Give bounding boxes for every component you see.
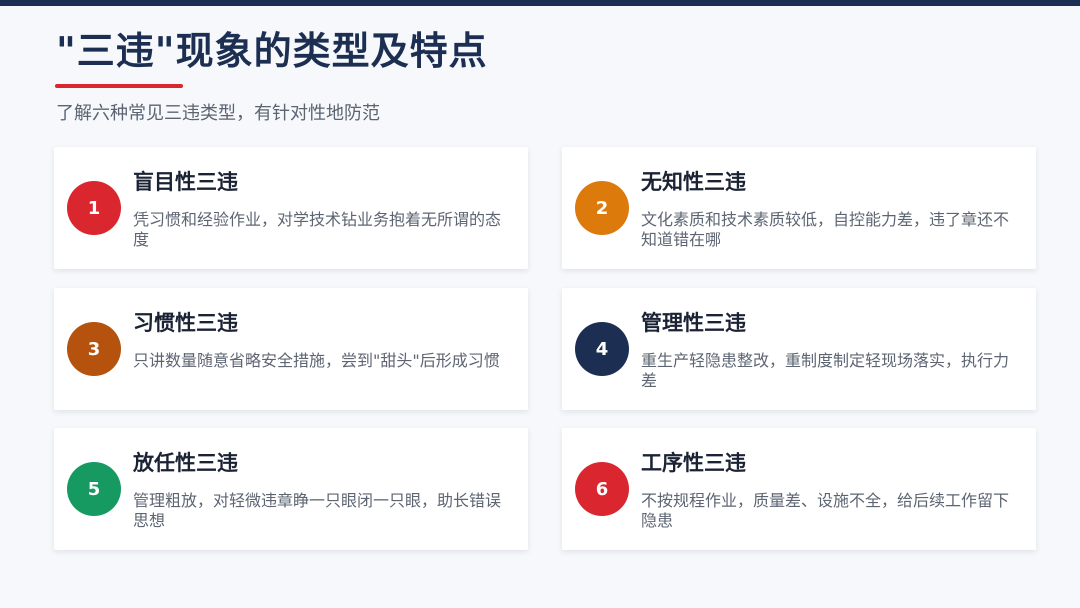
top-accent-bar	[0, 0, 1080, 6]
number-badge: 2	[575, 181, 629, 235]
card-description: 重生产轻隐患整改，重制度制定轻现场落实，执行力差	[641, 351, 1010, 390]
number-badge-label: 3	[87, 338, 101, 360]
number-badge: 4	[575, 322, 629, 376]
card-description: 只讲数量随意省略安全措施，尝到"甜头"后形成习惯	[133, 351, 500, 370]
card-title: 习惯性三违	[133, 311, 238, 335]
number-badge-label: 4	[595, 338, 609, 360]
card-title: 盲目性三违	[133, 170, 238, 194]
card-title: 工序性三违	[641, 451, 746, 475]
number-badge-label: 1	[87, 197, 101, 219]
card-title: 无知性三违	[641, 170, 746, 194]
page-title: "三违"现象的类型及特点	[56, 29, 488, 73]
card-description: 管理粗放，对轻微违章睁一只眼闭一只眼，助长错误思想	[133, 491, 502, 530]
number-badge-label: 6	[595, 478, 609, 500]
violation-card-4: 4 管理性三违 重生产轻隐患整改，重制度制定轻现场落实，执行力差	[562, 288, 1036, 410]
violation-card-1: 1 盲目性三违 凭习惯和经验作业，对学技术钻业务抱着无所谓的态度	[54, 147, 528, 269]
violation-card-6: 6 工序性三违 不按规程作业，质量差、设施不全，给后续工作留下隐患	[562, 428, 1036, 550]
card-description: 文化素质和技术素质较低，自控能力差，违了章还不知道错在哪	[641, 210, 1010, 249]
violation-card-3: 3 习惯性三违 只讲数量随意省略安全措施，尝到"甜头"后形成习惯	[54, 288, 528, 410]
number-badge-label: 5	[87, 478, 101, 500]
card-description: 凭习惯和经验作业，对学技术钻业务抱着无所谓的态度	[133, 210, 502, 249]
number-badge: 5	[67, 462, 121, 516]
card-title: 管理性三违	[641, 311, 746, 335]
page-subtitle: 了解六种常见三违类型，有针对性地防范	[56, 103, 380, 124]
number-badge-label: 2	[595, 197, 609, 219]
violation-card-5: 5 放任性三违 管理粗放，对轻微违章睁一只眼闭一只眼，助长错误思想	[54, 428, 528, 550]
card-description: 不按规程作业，质量差、设施不全，给后续工作留下隐患	[641, 491, 1010, 530]
number-badge: 3	[67, 322, 121, 376]
number-badge: 6	[575, 462, 629, 516]
card-title: 放任性三违	[133, 451, 238, 475]
title-underline	[55, 84, 183, 88]
violation-card-2: 2 无知性三违 文化素质和技术素质较低，自控能力差，违了章还不知道错在哪	[562, 147, 1036, 269]
number-badge: 1	[67, 181, 121, 235]
